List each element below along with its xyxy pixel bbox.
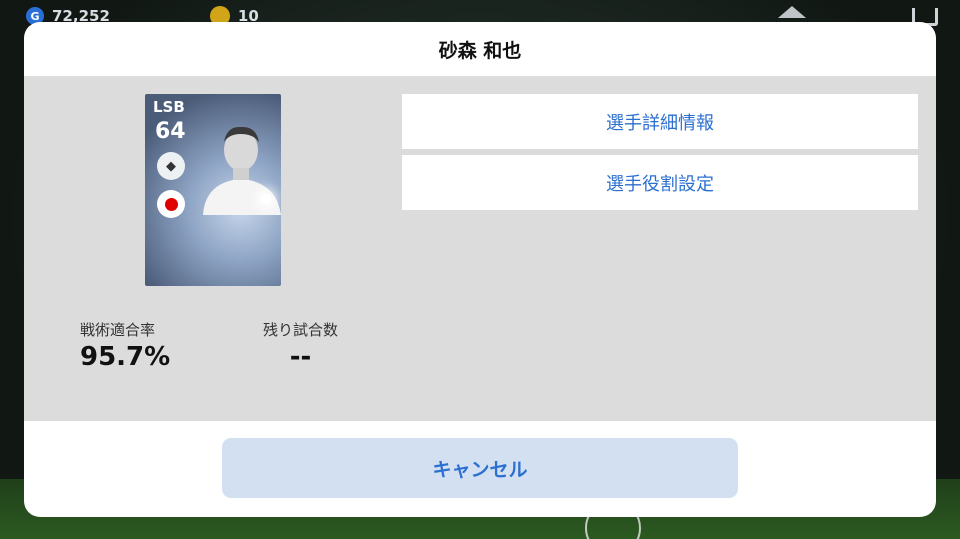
team-badge-icon: ◆ <box>157 152 185 180</box>
player-card[interactable]: LSB 64 ◆ <box>145 94 281 286</box>
stat-value: 95.7% <box>80 342 171 372</box>
card-rating: 64 <box>155 119 186 144</box>
stat-remaining-matches: 残り試合数 -- <box>263 319 338 372</box>
up-arrow-icon[interactable] <box>778 6 806 18</box>
player-role-settings-button[interactable]: 選手役割設定 <box>402 155 918 210</box>
dialog-body: LSB 64 ◆ 戦術適合率 95.7% 残り試合数 -- 選手詳細情報 選手役… <box>24 76 936 421</box>
player-dialog: 砂森 和也 LSB 64 ◆ 戦術適合率 95.7% 残り試合数 -- 選手詳細… <box>24 22 936 517</box>
stat-label: 戦術適合率 <box>80 321 156 339</box>
cancel-button[interactable]: キャンセル <box>222 438 738 498</box>
player-details-button[interactable]: 選手詳細情報 <box>402 94 918 149</box>
japan-flag-icon <box>157 190 185 218</box>
stat-tactical-fit: 戦術適合率 95.7% <box>80 319 170 372</box>
stat-value: -- <box>289 342 312 372</box>
sparkle-icon <box>261 194 271 204</box>
card-position: LSB <box>153 98 185 116</box>
stat-label: 残り試合数 <box>263 321 339 339</box>
dialog-title: 砂森 和也 <box>438 39 522 62</box>
